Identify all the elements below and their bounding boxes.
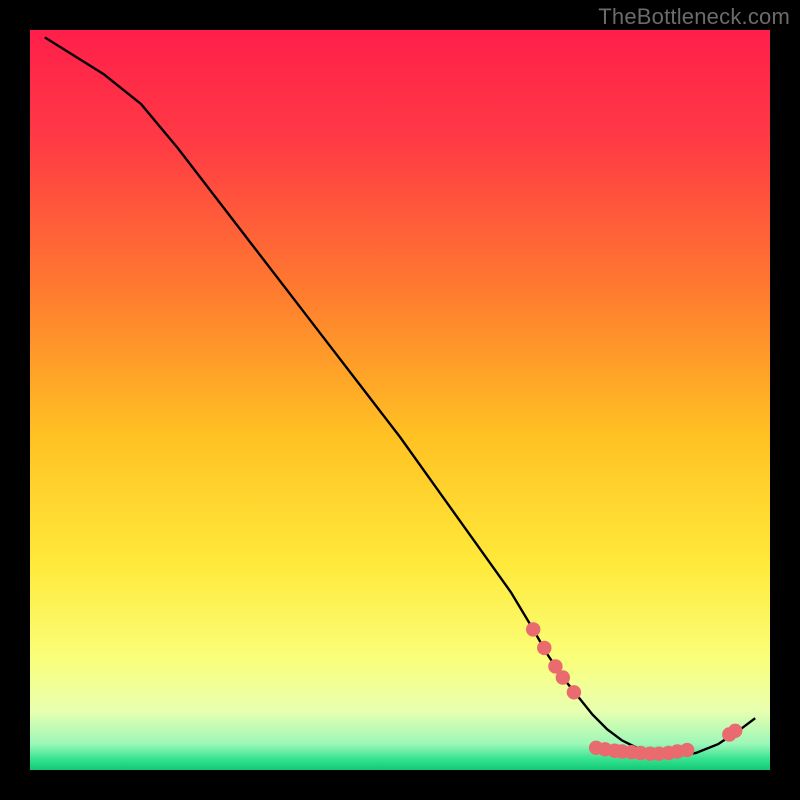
plot-gradient-area xyxy=(30,30,770,770)
watermark-text: TheBottleneck.com xyxy=(598,4,790,30)
data-marker xyxy=(537,641,551,655)
data-marker xyxy=(728,724,742,738)
data-marker xyxy=(556,670,570,684)
chart-stage: TheBottleneck.com xyxy=(0,0,800,800)
data-marker xyxy=(526,622,540,636)
data-marker xyxy=(567,685,581,699)
bottleneck-chart xyxy=(0,0,800,800)
data-marker xyxy=(680,743,694,757)
